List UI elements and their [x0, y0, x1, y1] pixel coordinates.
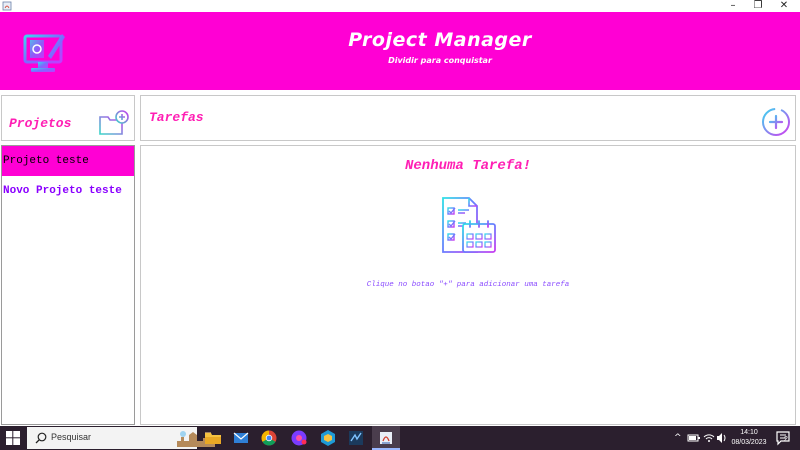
add-project-icon[interactable]	[98, 110, 130, 136]
windows-start-icon[interactable]	[6, 431, 20, 445]
projects-list: Projeto teste Novo Projeto teste	[1, 145, 135, 425]
netbeans-icon[interactable]	[347, 429, 365, 447]
projects-label: Projetos	[9, 116, 72, 131]
search-placeholder: Pesquisar	[51, 432, 92, 442]
notification-center-button[interactable]: 2	[775, 430, 791, 446]
tasks-panel: Nenhuma Tarefa! Clique no botao "+" para…	[140, 145, 796, 425]
projects-header-panel: Projetos	[1, 95, 135, 141]
tasks-header-panel: Tarefas	[140, 95, 796, 141]
java-app-icon	[2, 1, 12, 11]
file-explorer-icon[interactable]	[204, 429, 222, 447]
taskbar-clock[interactable]: 14:10 08/03/2023	[724, 428, 774, 448]
media-app-icon[interactable]	[290, 429, 308, 447]
empty-tasks-title: Nenhuma Tarefa!	[404, 158, 532, 174]
app-subtitle: Dividir para conquistar	[388, 56, 492, 65]
search-icon	[35, 432, 47, 444]
project-item-projeto-teste[interactable]: Projeto teste	[2, 146, 134, 176]
wifi-icon[interactable]	[703, 430, 715, 446]
notification-icon	[776, 431, 790, 446]
app-title: Project Manager	[348, 29, 532, 51]
minimize-button[interactable]: –	[721, 0, 745, 12]
empty-tasks-hint: Clique no botao "+" para adicionar uma t…	[366, 281, 570, 289]
add-task-plus-icon[interactable]	[760, 106, 792, 138]
project-item-novo-projeto-teste[interactable]: Novo Projeto teste	[2, 176, 134, 206]
taskbar-search-box[interactable]: Pesquisar	[27, 427, 215, 449]
mail-icon[interactable]	[232, 429, 250, 447]
battery-icon[interactable]	[687, 430, 701, 446]
clock-time: 14:10	[740, 429, 758, 436]
tray-chevron-up-icon[interactable]: ^	[674, 430, 682, 446]
notification-count: 2	[784, 436, 788, 443]
cube-app-icon[interactable]	[319, 429, 337, 447]
tasks-label: Tarefas	[149, 110, 204, 125]
close-button[interactable]: ✕	[772, 0, 796, 12]
task-checklist-calendar-icon	[442, 197, 496, 253]
clock-date: 08/03/2023	[731, 439, 767, 446]
chrome-icon[interactable]	[260, 429, 278, 447]
java-app-taskbar-icon[interactable]	[377, 429, 395, 447]
windows-taskbar: Pesquisar ^ 14:10 08/03/2023 2	[0, 426, 800, 450]
app-header: Project Manager Dividir para conquistar	[0, 12, 800, 90]
window-titlebar: – ❐ ✕	[0, 0, 800, 12]
maximize-button[interactable]: ❐	[746, 0, 770, 12]
